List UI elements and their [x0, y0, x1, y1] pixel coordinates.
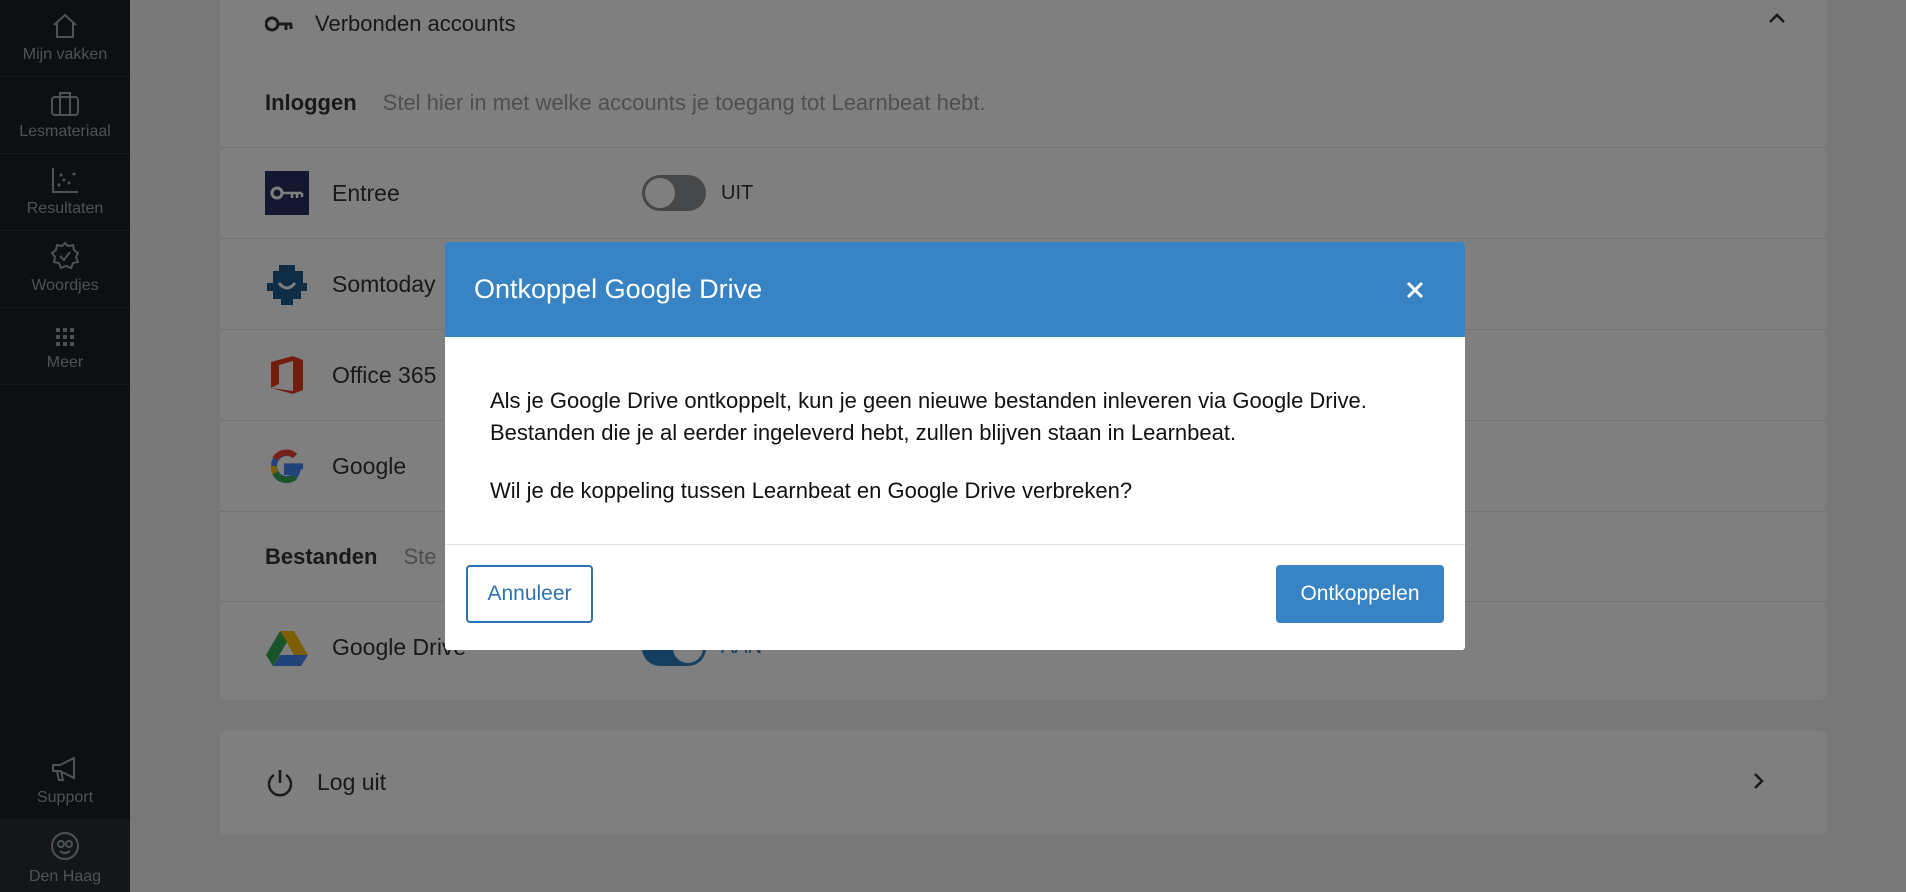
cancel-button[interactable]: Annuleer [466, 565, 593, 623]
modal-body: Als je Google Drive ontkoppelt, kun je g… [445, 337, 1465, 545]
modal-title: Ontkoppel Google Drive [474, 274, 763, 304]
modal-header: Ontkoppel Google Drive [445, 242, 1465, 337]
disconnect-modal: Ontkoppel Google Drive Als je Google Dri… [445, 242, 1465, 650]
disconnect-button[interactable]: Ontkoppelen [1276, 565, 1444, 623]
modal-body-text: Als je Google Drive ontkoppelt, kun je g… [490, 388, 1367, 445]
modal-footer: Annuleer Ontkoppelen [445, 545, 1465, 650]
modal-question: Wil je de koppeling tussen Learnbeat en … [490, 478, 1133, 503]
close-icon[interactable] [1403, 278, 1427, 302]
